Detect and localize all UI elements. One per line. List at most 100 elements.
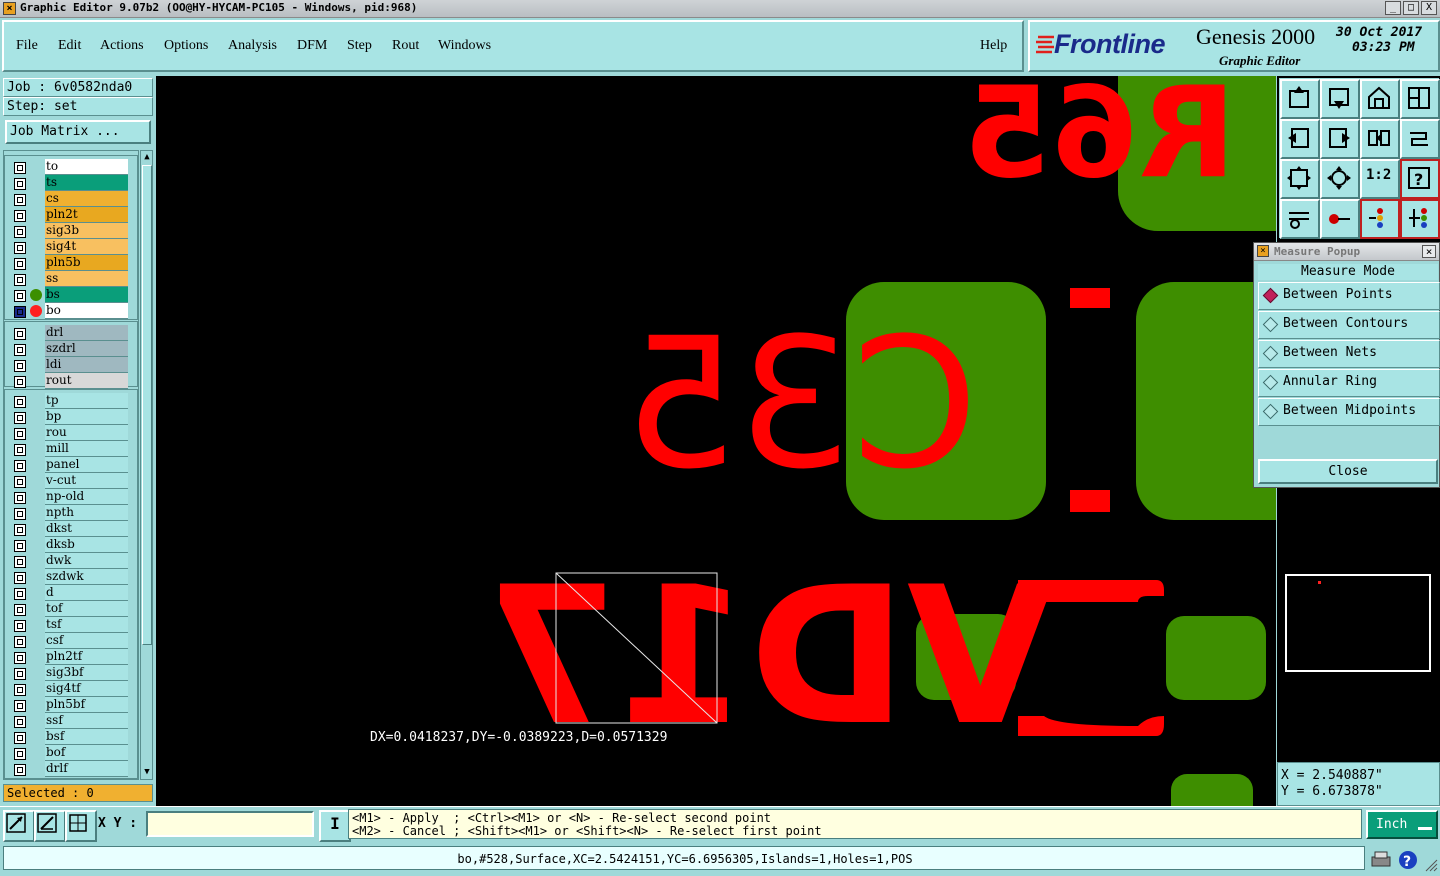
layer-row-szdrl[interactable]: szdrl	[11, 341, 129, 357]
layer-checkbox[interactable]	[14, 604, 26, 616]
tool-rotate-icon[interactable]	[1400, 119, 1440, 159]
layer-row-dwk[interactable]: dwk	[11, 553, 129, 569]
layer-name[interactable]: rou	[45, 425, 128, 441]
layer-checkbox[interactable]	[14, 360, 26, 372]
layer-row-panel[interactable]: panel	[11, 457, 129, 473]
popup-close-icon[interactable]: ×	[1422, 245, 1436, 258]
layer-row-sig3b[interactable]: sig3b	[11, 223, 129, 239]
layer-checkbox[interactable]	[14, 588, 26, 600]
layer-row-sig4tf[interactable]: sig4tf	[11, 681, 129, 697]
layer-checkbox[interactable]	[14, 524, 26, 536]
menu-step[interactable]: Step	[347, 38, 372, 54]
menu-rout[interactable]: Rout	[392, 38, 419, 54]
layer-checkbox[interactable]	[14, 328, 26, 340]
layer-name[interactable]: ts	[45, 175, 128, 191]
grid-snap-icon[interactable]	[65, 810, 97, 842]
layer-list-scrollbar[interactable]: ▲ ▼	[140, 150, 153, 780]
tool-netlist-icon[interactable]	[1360, 199, 1400, 239]
layer-name[interactable]: tof	[45, 601, 128, 617]
layer-name[interactable]: tp	[45, 393, 128, 409]
layer-row-pln2t[interactable]: pln2t	[11, 207, 129, 223]
tool-help-icon[interactable]: ?	[1400, 159, 1440, 199]
layer-row-dksb[interactable]: dksb	[11, 537, 129, 553]
layer-row-csf[interactable]: csf	[11, 633, 129, 649]
mode-between-points[interactable]: Between Points	[1258, 282, 1440, 310]
layer-checkbox[interactable]	[14, 636, 26, 648]
menu-windows[interactable]: Windows	[438, 38, 491, 54]
layer-checkbox[interactable]	[14, 412, 26, 424]
layer-row-ssf[interactable]: ssf	[11, 713, 129, 729]
tool-wrench-icon[interactable]	[1280, 199, 1320, 239]
layer-name[interactable]: szdwk	[45, 569, 128, 585]
tool-down-icon[interactable]	[1320, 79, 1360, 119]
measure-close-button[interactable]: Close	[1258, 459, 1438, 484]
menu-options[interactable]: Options	[164, 38, 208, 54]
layer-checkbox[interactable]	[14, 344, 26, 356]
layer-name[interactable]: v-cut	[45, 473, 128, 489]
layer-row-d[interactable]: d	[11, 585, 129, 601]
layer-checkbox[interactable]	[14, 162, 26, 174]
layer-name[interactable]: drlf	[45, 761, 128, 777]
layer-checkbox[interactable]	[14, 210, 26, 222]
tool-split-icon[interactable]	[1400, 79, 1440, 119]
layer-name[interactable]: ss	[45, 271, 128, 287]
layer-row-to[interactable]: to	[11, 159, 129, 175]
layer-row-drlf[interactable]: drlf	[11, 761, 129, 777]
layer-checkbox[interactable]	[14, 716, 26, 728]
layer-row-szdwk[interactable]: szdwk	[11, 569, 129, 585]
layer-row-rou[interactable]: rou	[11, 425, 129, 441]
layer-row-drl[interactable]: drl	[11, 325, 129, 341]
xy-input[interactable]	[146, 811, 314, 837]
layer-checkbox[interactable]	[14, 178, 26, 190]
menu-actions[interactable]: Actions	[100, 38, 144, 54]
layer-checkbox[interactable]	[14, 476, 26, 488]
mode-between-nets[interactable]: Between Nets	[1258, 340, 1440, 368]
layer-checkbox[interactable]	[14, 290, 26, 302]
tool-right-icon[interactable]	[1320, 119, 1360, 159]
unit-selector[interactable]: Inch	[1366, 810, 1438, 839]
layer-row-dkst[interactable]: dkst	[11, 521, 129, 537]
layer-checkbox[interactable]	[14, 684, 26, 696]
close-window-button[interactable]: X	[1421, 1, 1437, 15]
layer-checkbox[interactable]	[14, 764, 26, 776]
menu-help[interactable]: Help	[980, 38, 1007, 54]
job-matrix-button[interactable]: Job Matrix ...	[5, 120, 151, 144]
help-circle-icon[interactable]: ?	[1397, 849, 1419, 871]
layer-checkbox[interactable]	[14, 508, 26, 520]
layer-name[interactable]: np-old	[45, 489, 128, 505]
layer-name[interactable]: sig4tf	[45, 681, 128, 697]
layer-row-bo[interactable]: bo	[11, 303, 129, 319]
layer-name[interactable]: npth	[45, 505, 128, 521]
layer-row-pln2tf[interactable]: pln2tf	[11, 649, 129, 665]
tool-netlist-alt-icon[interactable]	[1400, 199, 1440, 239]
layer-name[interactable]: csf	[45, 633, 128, 649]
layer-name[interactable]: panel	[45, 457, 128, 473]
layer-checkbox[interactable]	[14, 226, 26, 238]
layer-row-tof[interactable]: tof	[11, 601, 129, 617]
resize-grip-icon[interactable]	[1424, 857, 1438, 872]
angle-snap-icon[interactable]	[34, 810, 66, 842]
layer-name[interactable]: bof	[45, 745, 128, 761]
info-icon[interactable]: I	[319, 810, 351, 842]
layer-row-cs[interactable]: cs	[11, 191, 129, 207]
layer-name[interactable]: bp	[45, 409, 128, 425]
layer-name[interactable]: dkst	[45, 521, 128, 537]
layer-checkbox[interactable]	[14, 396, 26, 408]
layer-row-tp[interactable]: tp	[11, 393, 129, 409]
tool-home-icon[interactable]	[1280, 79, 1320, 119]
layer-row-ss[interactable]: ss	[11, 271, 129, 287]
layer-name[interactable]: pln5bf	[45, 697, 128, 713]
layer-name[interactable]: bo	[45, 303, 128, 319]
layer-name[interactable]: pln5b	[45, 255, 128, 271]
layer-name[interactable]: tsf	[45, 617, 128, 633]
layer-checkbox[interactable]	[14, 572, 26, 584]
layer-row-npth[interactable]: npth	[11, 505, 129, 521]
layer-name[interactable]: sig3bf	[45, 665, 128, 681]
layer-checkbox[interactable]	[14, 274, 26, 286]
layer-checkbox[interactable]	[14, 700, 26, 712]
tool-house-icon[interactable]	[1360, 79, 1400, 119]
mode-annular-ring[interactable]: Annular Ring	[1258, 369, 1440, 397]
layer-name[interactable]: sig4t	[45, 239, 128, 255]
graphic-canvas[interactable]: R65 C35 VD17 DX=0.0418237,DY=-0.0389223,…	[156, 76, 1276, 806]
layer-name[interactable]: ssf	[45, 713, 128, 729]
